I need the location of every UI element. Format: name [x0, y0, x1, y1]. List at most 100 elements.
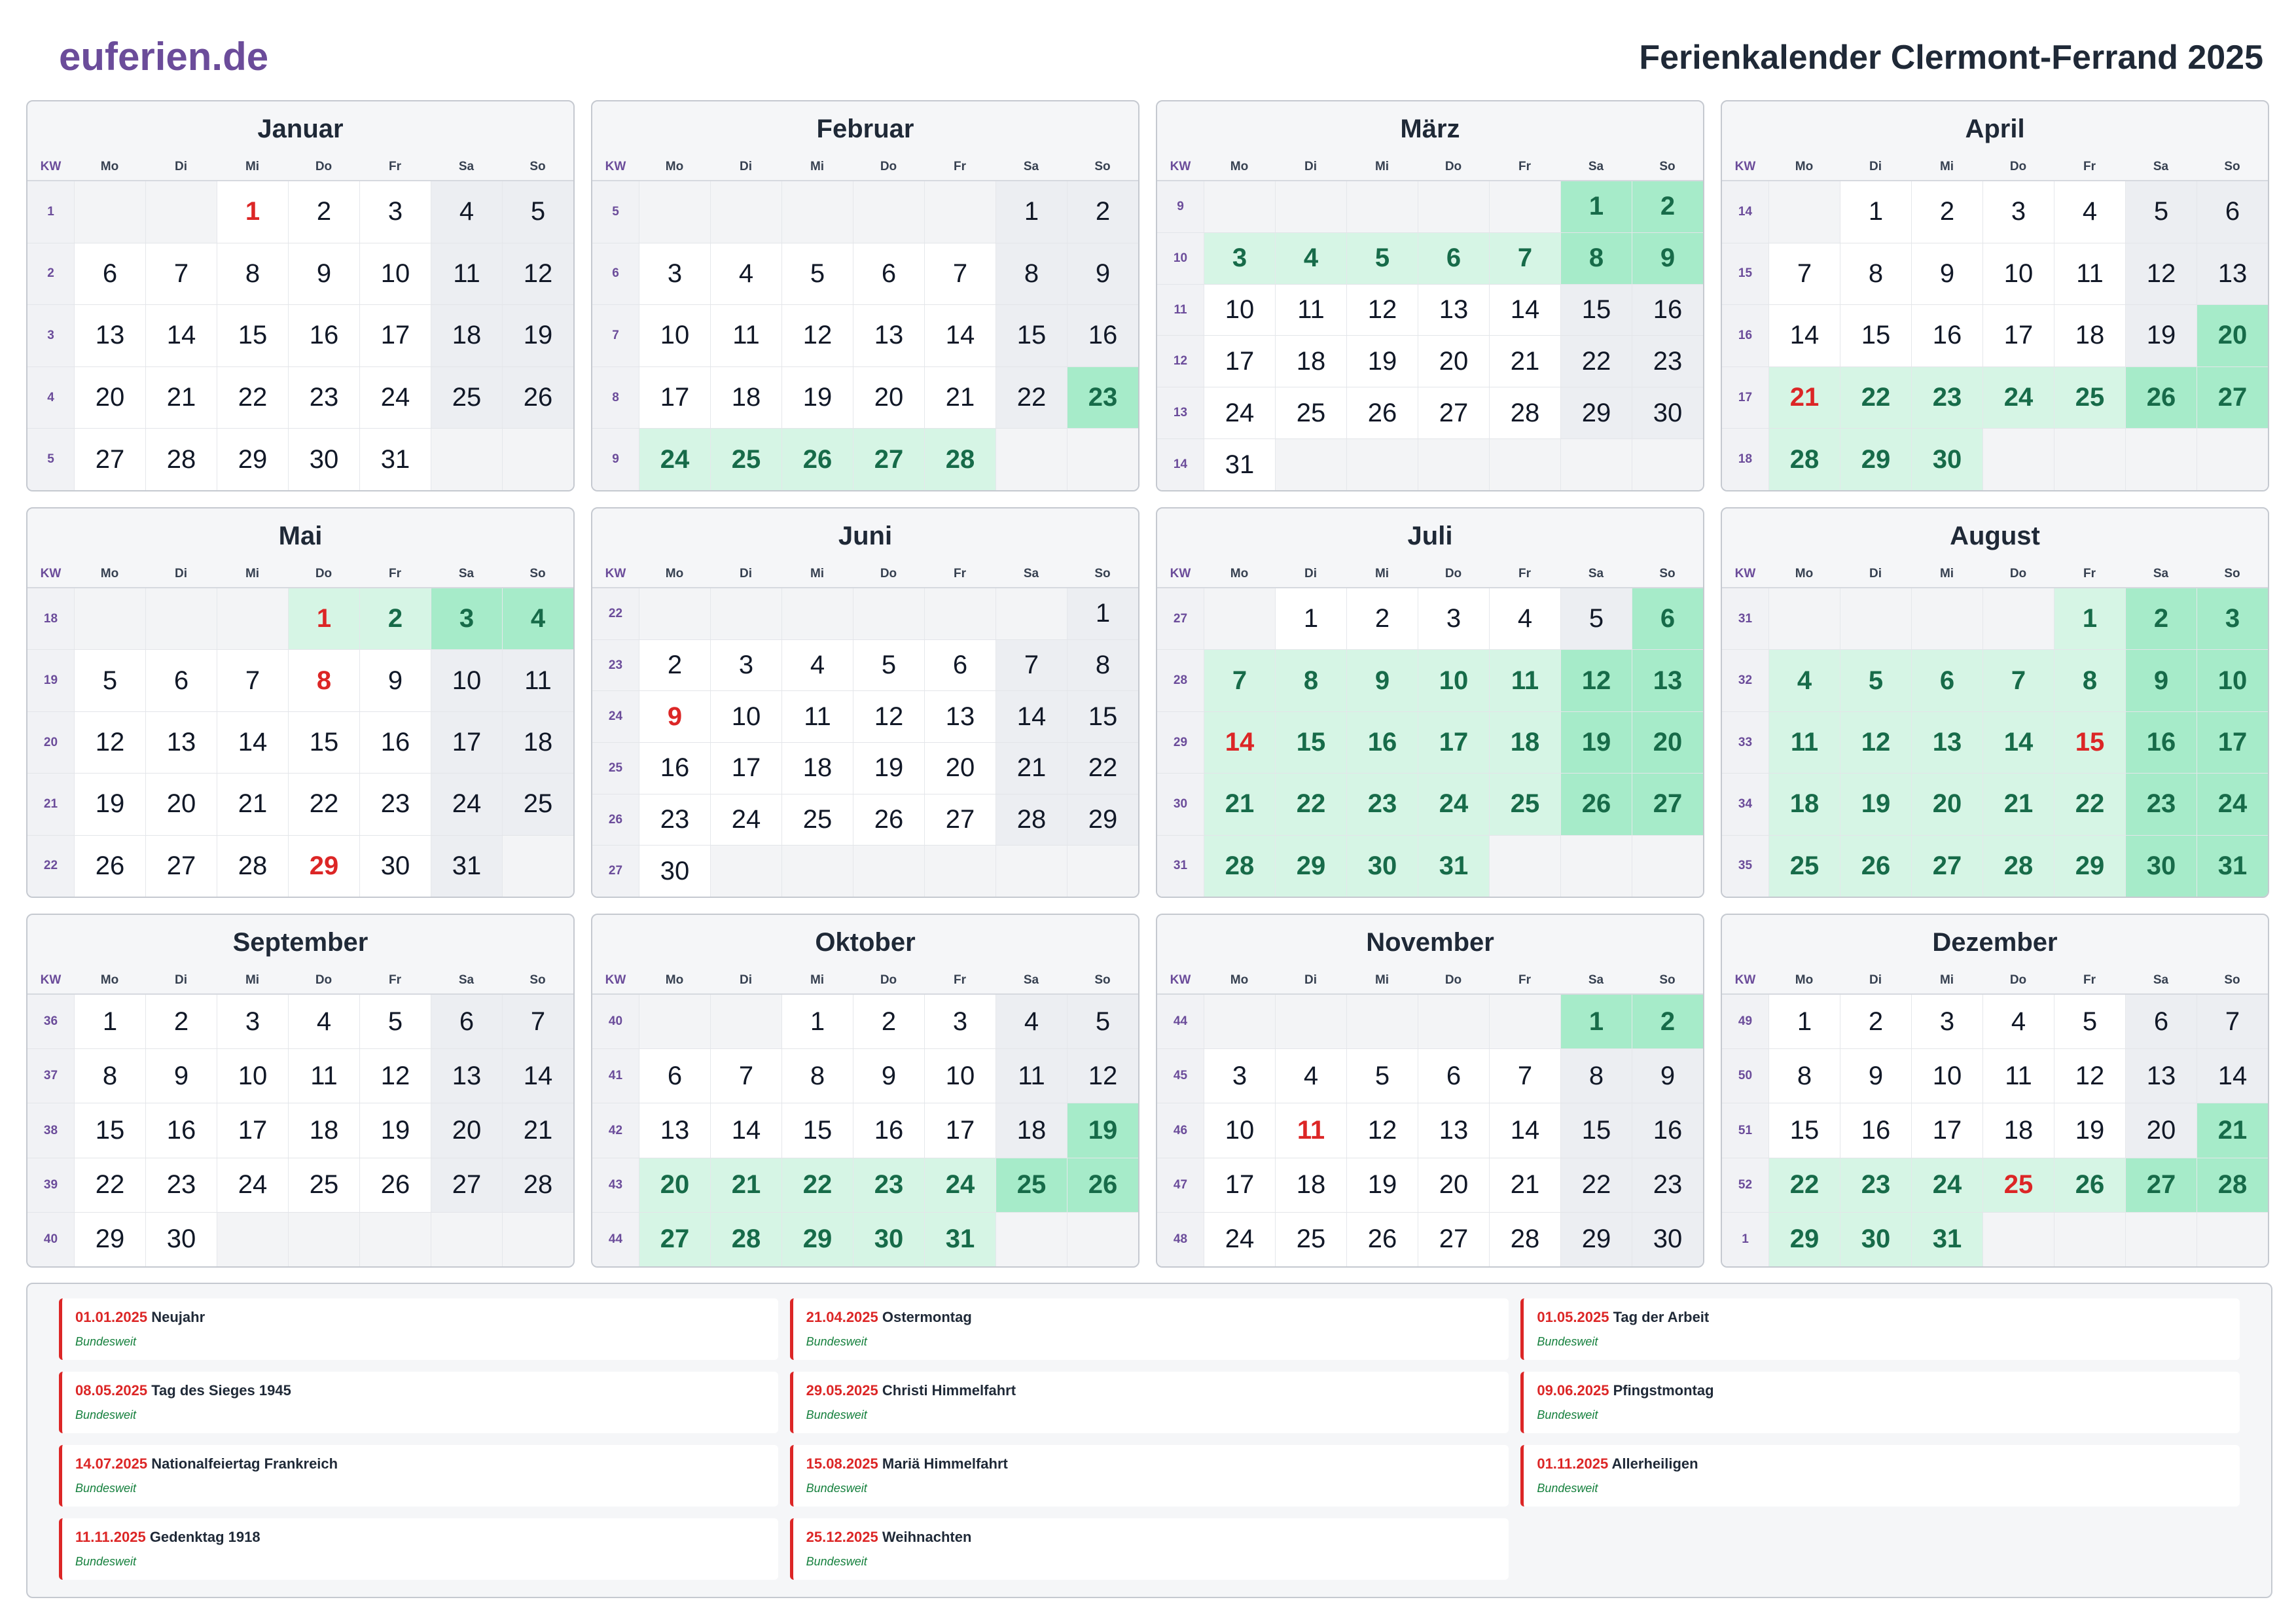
day-cell[interactable]: 26	[1346, 1212, 1418, 1266]
day-cell[interactable]: 10	[710, 691, 781, 743]
day-cell[interactable]: 18	[996, 1103, 1067, 1158]
day-cell[interactable]: 9	[1067, 243, 1138, 305]
day-cell[interactable]: 9	[359, 650, 431, 711]
day-cell[interactable]: 31	[2197, 835, 2268, 897]
day-cell[interactable]: 31	[1204, 439, 1275, 490]
day-cell[interactable]: 20	[924, 743, 996, 794]
day-cell[interactable]: 15	[1560, 284, 1632, 336]
day-cell[interactable]: 30	[639, 846, 710, 897]
day-cell[interactable]: 9	[639, 691, 710, 743]
day-cell[interactable]: 29	[1560, 1212, 1632, 1266]
day-cell[interactable]: 16	[1346, 711, 1418, 774]
day-cell[interactable]: 7	[2197, 995, 2268, 1049]
day-cell[interactable]: 6	[145, 650, 217, 711]
day-cell[interactable]: 25	[2054, 366, 2125, 429]
day-cell[interactable]: 19	[781, 366, 853, 429]
day-cell[interactable]: 14	[924, 305, 996, 366]
day-cell[interactable]: 10	[2197, 650, 2268, 711]
day-cell[interactable]: 30	[1632, 387, 1703, 439]
day-cell[interactable]: 25	[996, 1158, 1067, 1212]
day-cell[interactable]: 19	[853, 743, 924, 794]
day-cell[interactable]: 4	[502, 588, 573, 650]
day-cell[interactable]: 15	[1067, 691, 1138, 743]
day-cell[interactable]: 29	[288, 835, 359, 897]
day-cell[interactable]: 24	[1911, 1158, 1982, 1212]
day-cell[interactable]: 30	[2125, 835, 2197, 897]
day-cell[interactable]: 24	[1982, 366, 2054, 429]
day-cell[interactable]: 21	[996, 743, 1067, 794]
day-cell[interactable]: 27	[145, 835, 217, 897]
day-cell[interactable]: 18	[1275, 336, 1346, 387]
day-cell[interactable]: 8	[2054, 650, 2125, 711]
day-cell[interactable]: 31	[431, 835, 502, 897]
day-cell[interactable]: 19	[1346, 336, 1418, 387]
day-cell[interactable]: 23	[145, 1158, 217, 1212]
day-cell[interactable]: 2	[145, 995, 217, 1049]
day-cell[interactable]: 13	[1418, 1103, 1489, 1158]
day-cell[interactable]: 8	[1275, 650, 1346, 711]
day-cell[interactable]: 23	[1840, 1158, 1911, 1212]
day-cell[interactable]: 17	[2197, 711, 2268, 774]
day-cell[interactable]: 13	[1911, 711, 1982, 774]
day-cell[interactable]: 17	[639, 366, 710, 429]
day-cell[interactable]: 3	[1911, 995, 1982, 1049]
day-cell[interactable]: 10	[1982, 243, 2054, 305]
day-cell[interactable]: 11	[710, 305, 781, 366]
day-cell[interactable]: 22	[1840, 366, 1911, 429]
day-cell[interactable]: 22	[288, 774, 359, 835]
day-cell[interactable]: 21	[1489, 1158, 1560, 1212]
day-cell[interactable]: 18	[288, 1103, 359, 1158]
day-cell[interactable]: 6	[2197, 181, 2268, 243]
day-cell[interactable]: 14	[1489, 1103, 1560, 1158]
day-cell[interactable]: 19	[1067, 1103, 1138, 1158]
day-cell[interactable]: 14	[2197, 1049, 2268, 1103]
day-cell[interactable]: 14	[996, 691, 1067, 743]
day-cell[interactable]: 11	[781, 691, 853, 743]
day-cell[interactable]: 22	[1768, 1158, 1840, 1212]
day-cell[interactable]: 29	[74, 1212, 145, 1266]
day-cell[interactable]: 22	[1067, 743, 1138, 794]
day-cell[interactable]: 13	[853, 305, 924, 366]
day-cell[interactable]: 8	[74, 1049, 145, 1103]
day-cell[interactable]: 29	[1067, 794, 1138, 846]
day-cell[interactable]: 29	[781, 1212, 853, 1266]
day-cell[interactable]: 19	[74, 774, 145, 835]
day-cell[interactable]: 14	[217, 711, 288, 774]
day-cell[interactable]: 13	[639, 1103, 710, 1158]
day-cell[interactable]: 10	[1418, 650, 1489, 711]
day-cell[interactable]: 17	[359, 305, 431, 366]
day-cell[interactable]: 29	[1840, 429, 1911, 490]
day-cell[interactable]: 7	[1982, 650, 2054, 711]
day-cell[interactable]: 19	[1346, 1158, 1418, 1212]
day-cell[interactable]: 26	[74, 835, 145, 897]
day-cell[interactable]: 3	[1204, 1049, 1275, 1103]
day-cell[interactable]: 30	[1911, 429, 1982, 490]
day-cell[interactable]: 26	[359, 1158, 431, 1212]
day-cell[interactable]: 11	[288, 1049, 359, 1103]
day-cell[interactable]: 5	[853, 639, 924, 691]
day-cell[interactable]: 27	[1418, 1212, 1489, 1266]
day-cell[interactable]: 16	[1840, 1103, 1911, 1158]
day-cell[interactable]: 9	[1911, 243, 1982, 305]
day-cell[interactable]: 27	[639, 1212, 710, 1266]
day-cell[interactable]: 28	[1204, 835, 1275, 897]
day-cell[interactable]: 11	[1768, 711, 1840, 774]
day-cell[interactable]: 11	[1489, 650, 1560, 711]
day-cell[interactable]: 8	[1560, 232, 1632, 284]
day-cell[interactable]: 8	[996, 243, 1067, 305]
day-cell[interactable]: 15	[74, 1103, 145, 1158]
day-cell[interactable]: 25	[502, 774, 573, 835]
day-cell[interactable]: 16	[2125, 711, 2197, 774]
day-cell[interactable]: 3	[1982, 181, 2054, 243]
day-cell[interactable]: 1	[996, 181, 1067, 243]
day-cell[interactable]: 20	[2125, 1103, 2197, 1158]
day-cell[interactable]: 21	[1489, 336, 1560, 387]
day-cell[interactable]: 8	[1768, 1049, 1840, 1103]
day-cell[interactable]: 1	[1067, 588, 1138, 639]
day-cell[interactable]: 17	[217, 1103, 288, 1158]
day-cell[interactable]: 31	[924, 1212, 996, 1266]
day-cell[interactable]: 9	[1346, 650, 1418, 711]
day-cell[interactable]: 5	[1346, 1049, 1418, 1103]
day-cell[interactable]: 23	[2125, 774, 2197, 835]
day-cell[interactable]: 27	[924, 794, 996, 846]
